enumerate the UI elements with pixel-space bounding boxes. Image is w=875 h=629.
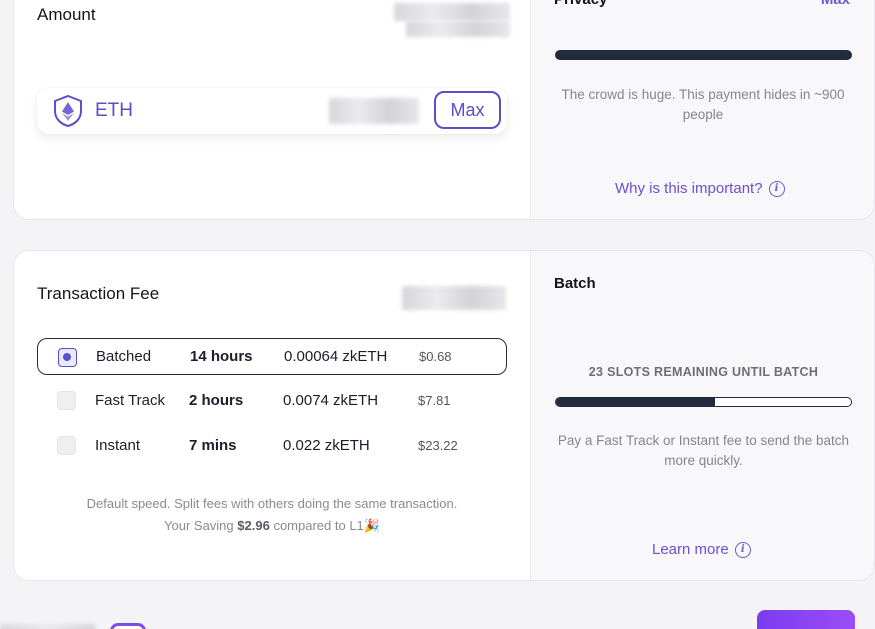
saving-value: $2.96: [237, 518, 270, 533]
fee-title: Transaction Fee: [37, 284, 160, 303]
redacted-footer-text: [0, 624, 95, 629]
fee-option-fast-track[interactable]: Fast Track 2 hours 0.0074 zkETH $7.81: [37, 382, 507, 419]
privacy-pane: Privacy Max The crowd is huge. This paym…: [530, 0, 874, 219]
batch-progress-fill: [556, 398, 716, 406]
saving-suffix: compared to L1: [273, 518, 364, 533]
amount-label: Amount: [37, 5, 96, 24]
fee-radio-fast-track[interactable]: [57, 391, 76, 410]
info-icon[interactable]: i: [734, 541, 751, 558]
fee-option-amount: 0.0074 zkETH: [283, 392, 379, 409]
redacted-amount-input[interactable]: [329, 98, 419, 124]
eth-shield-icon: [54, 94, 82, 128]
fee-option-usd: $0.68: [419, 349, 452, 364]
privacy-level: Max: [821, 0, 850, 8]
redacted-balance-secondary: [406, 21, 510, 37]
amount-card: Amount ETH Max Privacy Max The crowd is …: [13, 0, 875, 220]
batch-pane: Batch 23 SLOTS REMAINING UNTIL BATCH Pay…: [530, 251, 874, 580]
fee-option-instant[interactable]: Instant 7 mins 0.022 zkETH $23.22: [37, 427, 507, 464]
batch-title: Batch: [554, 275, 596, 292]
fee-option-time: 7 mins: [189, 437, 237, 454]
party-icon: 🎉: [363, 518, 380, 533]
saving-prefix: Your Saving: [164, 518, 234, 533]
footer-token-icon: [110, 623, 146, 629]
fee-pane: Transaction Fee Batched 14 hours 0.00064…: [14, 251, 530, 580]
slots-remaining-label: 23 SLOTS REMAINING UNTIL BATCH: [588, 365, 819, 379]
continue-button[interactable]: [757, 610, 855, 629]
fee-option-name: Batched: [96, 348, 152, 365]
max-button[interactable]: Max: [434, 91, 501, 129]
fee-option-name: Fast Track: [95, 392, 166, 409]
fee-radio-batched[interactable]: [58, 348, 77, 367]
info-icon[interactable]: i: [768, 180, 785, 197]
fee-note-saving: Your Saving $2.96 compared to L1🎉: [44, 515, 500, 537]
privacy-description: The crowd is huge. This payment hides in…: [561, 87, 845, 122]
fee-note-line1: Default speed. Split fees with others do…: [86, 496, 458, 511]
redacted-balance: [394, 3, 510, 21]
fee-option-amount: 0.00064 zkETH: [284, 348, 388, 365]
redacted-fee-total: [402, 286, 506, 310]
token-name[interactable]: ETH: [95, 100, 133, 122]
amount-pane: Amount ETH Max: [14, 0, 530, 219]
learn-more-label[interactable]: Learn more: [652, 541, 729, 558]
fee-option-usd: $7.81: [418, 393, 451, 408]
fee-option-name: Instant: [95, 437, 141, 454]
batch-description: Pay a Fast Track or Instant fee to send …: [557, 433, 850, 468]
fee-note: Default speed. Split fees with others do…: [44, 493, 500, 537]
why-important-label[interactable]: Why is this important?: [615, 180, 763, 197]
fee-option-amount: 0.022 zkETH: [283, 437, 370, 454]
fee-option-usd: $23.22: [418, 438, 458, 453]
token-amount-field[interactable]: ETH Max: [37, 88, 507, 134]
fee-card: Transaction Fee Batched 14 hours 0.00064…: [13, 250, 875, 581]
privacy-title: Privacy: [554, 0, 607, 8]
why-important-link[interactable]: Why is this important? i: [615, 180, 785, 197]
fee-radio-instant[interactable]: [57, 436, 76, 455]
fee-option-batched[interactable]: Batched 14 hours 0.00064 zkETH $0.68: [37, 338, 507, 375]
learn-more-link[interactable]: Learn more i: [652, 541, 751, 558]
batch-progress-bar: [555, 397, 852, 407]
fee-option-time: 2 hours: [189, 392, 244, 409]
privacy-meter: [555, 50, 852, 60]
fee-option-time: 14 hours: [190, 348, 253, 365]
